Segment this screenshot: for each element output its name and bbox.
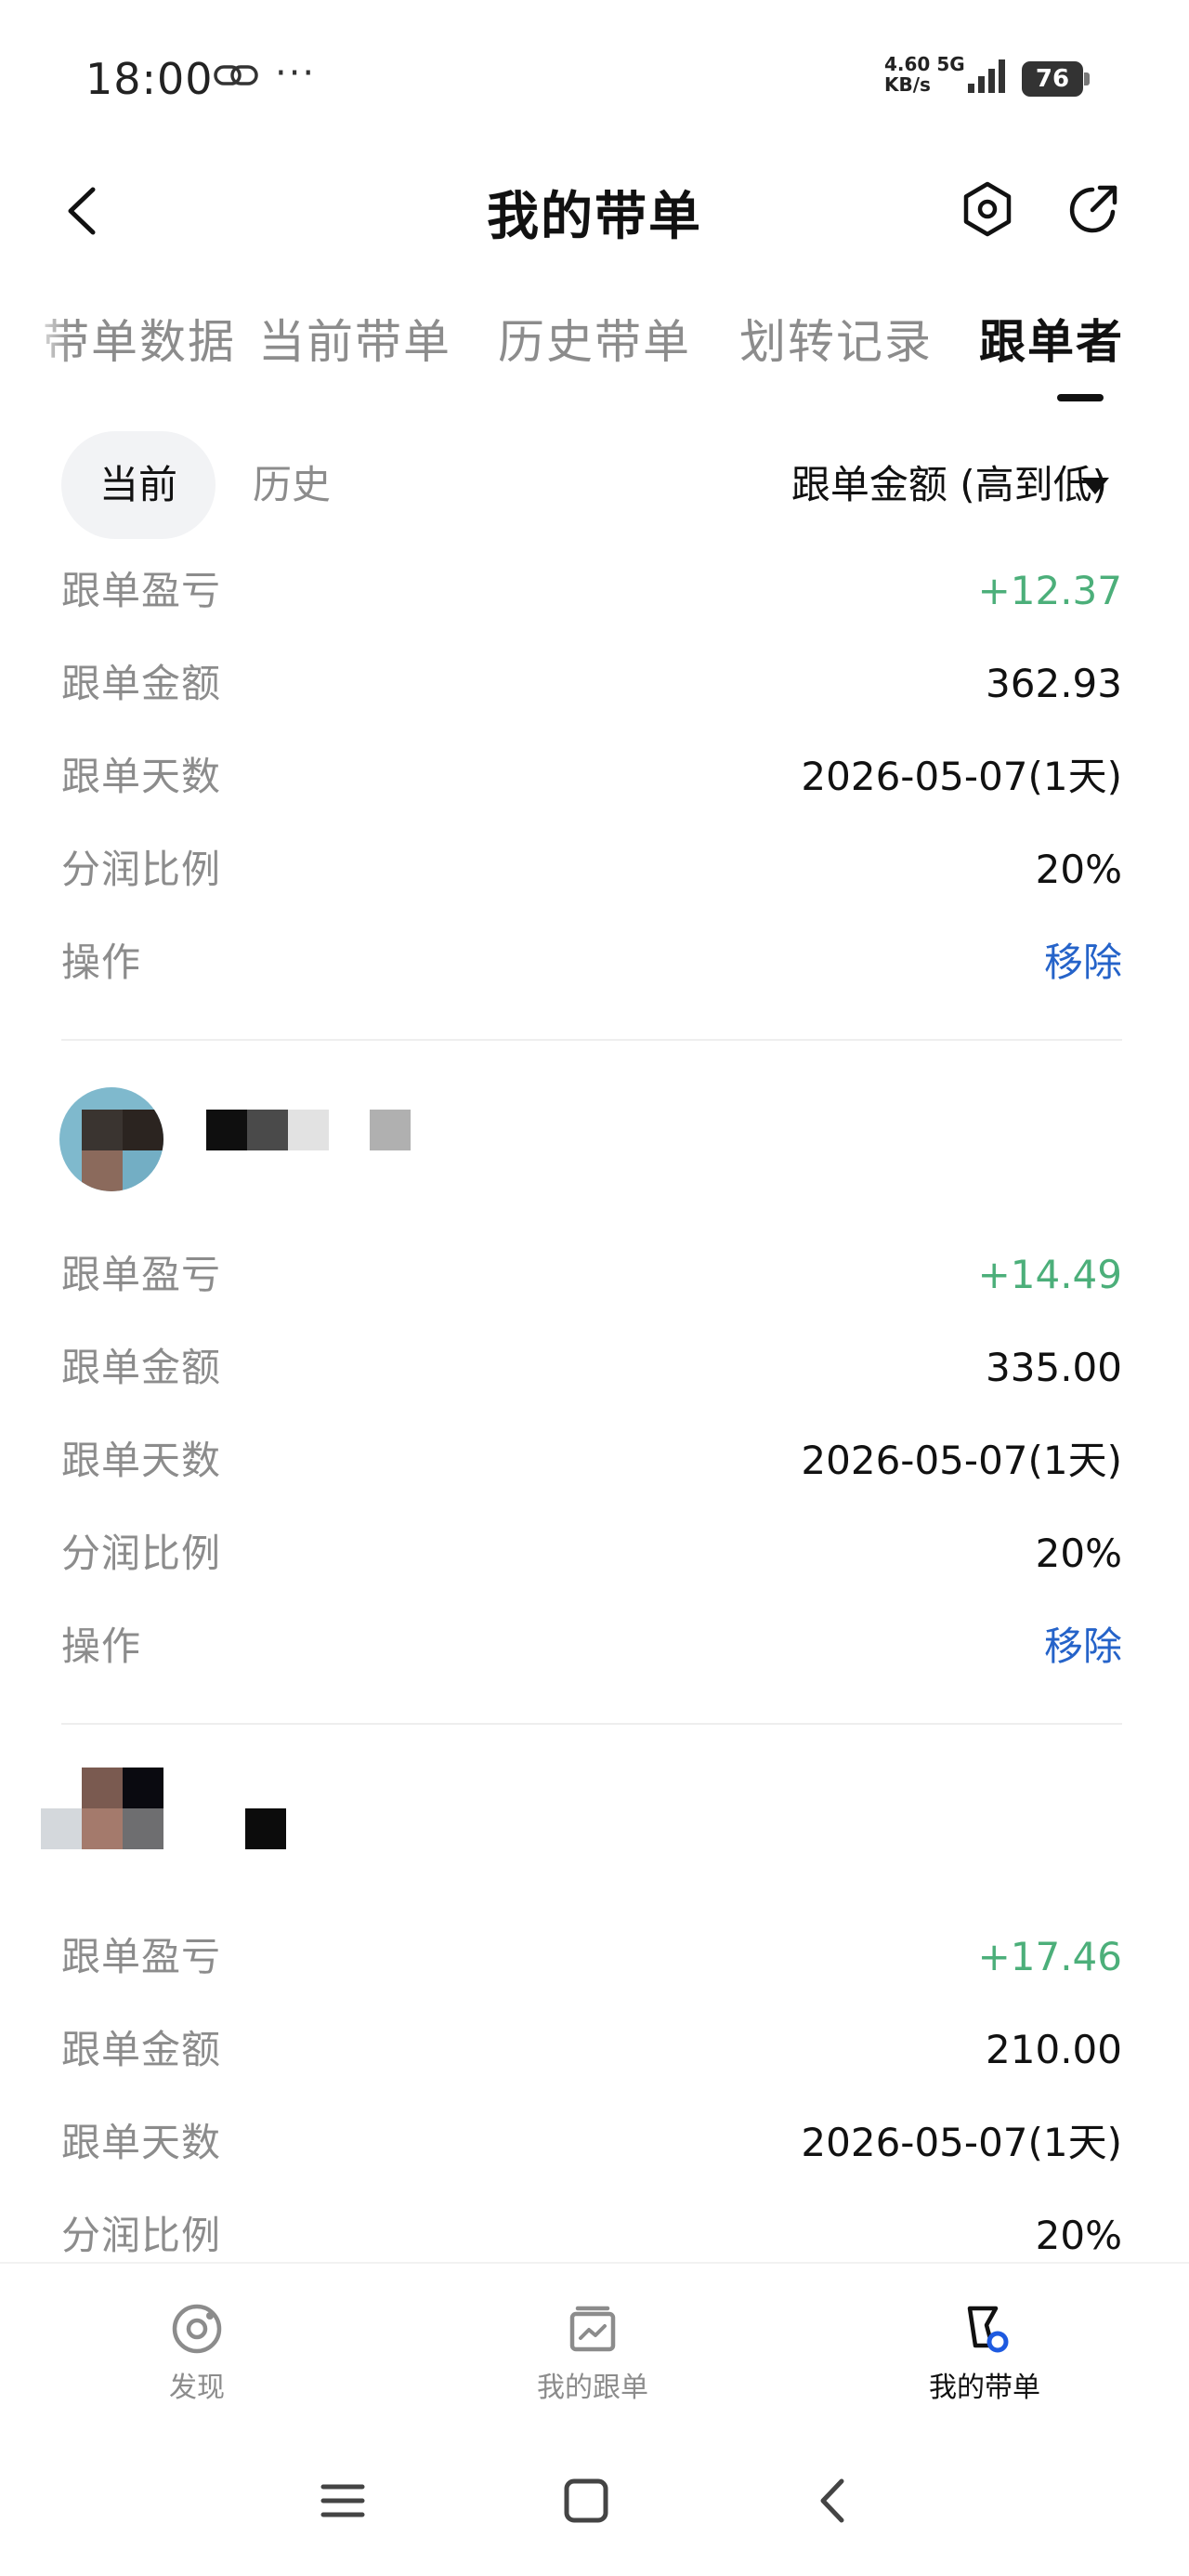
segment-current[interactable]: 当前 [61, 431, 216, 539]
share-ratio-value: 20% [1035, 2213, 1122, 2258]
tab-history-lead[interactable]: 历史带单 [498, 305, 691, 372]
segment-history[interactable]: 历史 [253, 431, 331, 539]
nav-my-follow-label: 我的跟单 [537, 2372, 648, 2404]
days-value: 2026-05-07(1天) [801, 754, 1122, 799]
row-amount: 跟单金额 335.00 [61, 1340, 1122, 1433]
nav-discover[interactable]: 发现 [104, 2301, 290, 2405]
days-label: 跟单天数 [61, 754, 222, 799]
pnl-value: +14.49 [977, 1252, 1122, 1297]
amount-value: 210.00 [986, 2027, 1122, 2072]
row-amount: 跟单金额 210.00 [61, 2022, 1122, 2115]
sort-dropdown[interactable]: 跟单金额 (高到低) [791, 431, 1107, 539]
triangle-down-icon[interactable] [1081, 478, 1109, 494]
nav-my-follow[interactable]: 我的跟单 [500, 2301, 686, 2405]
link-icon [214, 65, 258, 85]
share-ratio-label: 分润比例 [61, 847, 222, 892]
tab-transfer-records[interactable]: 划转记录 [739, 305, 933, 372]
back-icon[interactable] [801, 2468, 866, 2533]
home-icon[interactable] [554, 2468, 619, 2533]
days-label: 跟单天数 [61, 2120, 222, 2165]
nav-discover-label: 发现 [169, 2372, 225, 2404]
status-bar: 18:00 ··· 4.60 5G KB/s 76 [0, 0, 1189, 158]
amount-label: 跟单金额 [61, 661, 222, 706]
share-ratio-label: 分润比例 [61, 2213, 222, 2258]
row-days: 跟单天数 2026-05-07(1天) [61, 1433, 1122, 1526]
action-label: 操作 [61, 940, 142, 985]
row-action: 操作 移除 [61, 1619, 1122, 1712]
share-ratio-label: 分润比例 [61, 1531, 222, 1576]
discover-icon [172, 2304, 222, 2354]
nav-my-lead[interactable]: 我的带单 [892, 2301, 1078, 2405]
status-time: 18:00 [85, 54, 214, 104]
days-value: 2026-05-07(1天) [801, 1438, 1122, 1483]
battery-icon: 76 [1022, 61, 1091, 97]
days-value: 2026-05-07(1天) [801, 2120, 1122, 2165]
days-label: 跟单天数 [61, 1438, 222, 1483]
amount-value: 362.93 [986, 661, 1122, 706]
filter-row: 当前 历史 跟单金额 (高到低) [0, 427, 1189, 539]
system-nav [0, 2420, 1189, 2576]
battery-level: 76 [1022, 61, 1083, 97]
follower-header [0, 1768, 1189, 1888]
divider [61, 1723, 1122, 1725]
amount-label: 跟单金额 [61, 2027, 222, 2072]
share-icon[interactable] [1063, 178, 1124, 240]
my-follow-icon [569, 2306, 616, 2352]
pnl-label: 跟单盈亏 [61, 1934, 222, 1979]
header: 我的带单 [0, 158, 1189, 260]
settings-icon[interactable] [957, 178, 1018, 240]
row-pnl: 跟单盈亏 +12.37 [61, 563, 1122, 656]
menu-icon[interactable] [310, 2468, 375, 2533]
nav-my-lead-label: 我的带单 [929, 2372, 1040, 2404]
amount-value: 335.00 [986, 1345, 1122, 1390]
tab-fade [0, 297, 71, 400]
row-days: 跟单天数 2026-05-07(1天) [61, 2115, 1122, 2208]
tab-data[interactable]: 带单数据 [43, 305, 236, 372]
row-pnl: 跟单盈亏 +14.49 [61, 1247, 1122, 1340]
row-share-ratio: 分润比例 20% [61, 842, 1122, 935]
pnl-label: 跟单盈亏 [61, 1252, 222, 1297]
remove-button[interactable]: 移除 [1044, 935, 1122, 991]
status-more-icon: ··· [275, 52, 317, 95]
share-ratio-value: 20% [1035, 1531, 1122, 1576]
my-lead-icon [967, 2306, 1009, 2353]
row-amount: 跟单金额 362.93 [61, 656, 1122, 749]
tab-current-lead[interactable]: 当前带单 [258, 305, 451, 372]
row-action: 操作 移除 [61, 935, 1122, 1028]
tab-bar: 带单数据 当前带单 历史带单 划转记录 跟单者 [0, 297, 1189, 409]
action-label: 操作 [61, 1623, 142, 1669]
row-share-ratio: 分润比例 20% [61, 1526, 1122, 1619]
follower-header [0, 1087, 1189, 1208]
active-tab-indicator [1057, 394, 1104, 401]
share-ratio-value: 20% [1035, 847, 1122, 892]
remove-button[interactable]: 移除 [1044, 1619, 1122, 1675]
row-pnl: 跟单盈亏 +17.46 [61, 1929, 1122, 2022]
tab-followers[interactable]: 跟单者 [979, 305, 1124, 372]
bottom-nav: 发现 我的跟单 我的带单 [0, 2262, 1189, 2420]
pnl-label: 跟单盈亏 [61, 568, 222, 613]
divider [61, 1039, 1122, 1041]
row-days: 跟单天数 2026-05-07(1天) [61, 749, 1122, 842]
avatar [59, 1087, 163, 1191]
amount-label: 跟单金额 [61, 1345, 222, 1390]
pnl-value: +17.46 [977, 1934, 1122, 1979]
network-speed: 4.60 5G KB/s [884, 53, 965, 96]
pnl-value: +12.37 [977, 568, 1122, 613]
signal-icon [968, 59, 1005, 93]
